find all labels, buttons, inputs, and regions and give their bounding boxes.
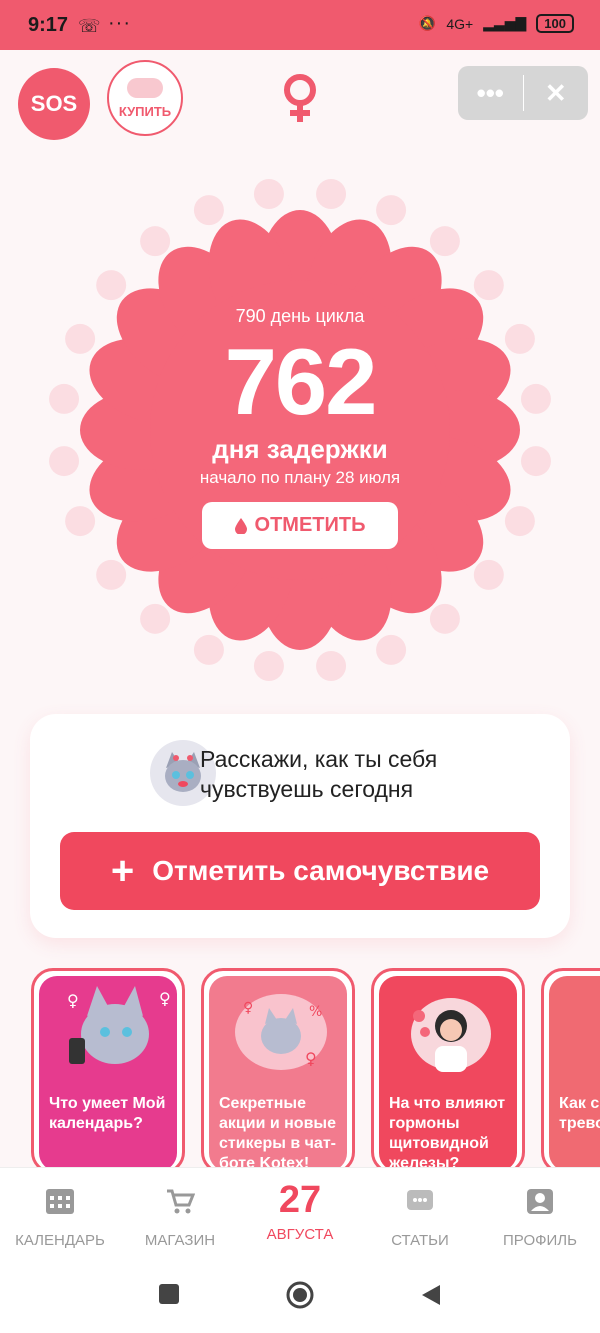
decor-dot: [316, 179, 347, 210]
back-icon[interactable]: [420, 1283, 442, 1307]
decor-dot: [193, 634, 224, 665]
story-card[interactable]: На что влияют гормоны щитовидной железы?: [371, 968, 525, 1167]
venus-icon: [284, 74, 316, 122]
cat-bubble-illustration: ♀ % ♀: [235, 994, 327, 1070]
story-background: Как справ трево Одна: [549, 976, 600, 1167]
system-nav-bar: [0, 1263, 600, 1333]
mute-icon: 🔕: [418, 15, 437, 31]
nav-shop[interactable]: МАГАЗИН: [120, 1168, 240, 1264]
decor-dot: [193, 195, 224, 226]
pad-icon: [127, 77, 163, 98]
nav-today[interactable]: 27 АВГУСТА: [240, 1168, 360, 1264]
delay-days-label: дня задержки: [212, 434, 388, 464]
decor-dot: [376, 634, 407, 665]
story-background: ♀ % ♀ Секретные акции и новые стикеры в …: [209, 976, 347, 1167]
delay-days-number: 762: [224, 329, 378, 434]
decor-dot: [376, 195, 407, 226]
story-title: Что умеет Мой календарь?: [49, 1095, 166, 1132]
home-icon[interactable]: [285, 1280, 315, 1310]
nav-today-number: 27: [278, 1179, 322, 1221]
svg-text:%: %: [309, 1004, 322, 1020]
story-title: На что влияют гормоны щитовидной железы?: [389, 1095, 506, 1167]
buy-label: КУПИТЬ: [118, 103, 172, 119]
mini-app-capsule: ••• ✕: [458, 66, 588, 120]
story-title: Секретные акции и новые стикеры в чат-бо…: [219, 1095, 336, 1167]
nav-profile[interactable]: ПРОФИЛЬ: [480, 1168, 600, 1264]
more-icon[interactable]: •••: [458, 78, 523, 109]
mood-card: Расскажи, как ты себя чувствуешь сегодня…: [30, 714, 570, 938]
svg-text:♀: ♀: [159, 989, 171, 1008]
status-more-dots: ···: [108, 12, 131, 34]
recent-apps-icon[interactable]: [158, 1283, 180, 1305]
decor-dot: [473, 559, 504, 590]
nav-calendar-label: КАЛЕНДАРЬ: [15, 1232, 105, 1249]
decor-dot: [316, 650, 347, 681]
mood-prompt: Расскажи, как ты себя чувствуешь сегодня: [200, 746, 438, 802]
nav-today-month: АВГУСТА: [266, 1226, 334, 1243]
mark-mood-label: Отметить самочувствие: [152, 855, 490, 886]
whatsapp-icon: ☏: [78, 16, 101, 36]
plus-icon: +: [110, 849, 135, 893]
planned-start-label: начало по плану 28 июля: [199, 468, 401, 487]
story-card[interactable]: ♀ ♀ Что умеет Мой календарь?: [31, 968, 185, 1167]
app-main: SOS КУПИТЬ ••• ✕ 790 день цикла 762 дня …: [0, 50, 600, 1167]
story-title: Как справ трево Одна: [559, 1095, 600, 1132]
decor-dot: [253, 179, 284, 210]
story-card[interactable]: Как справ трево Одна: [541, 968, 600, 1167]
status-bar: 9:17 ☏ ··· 🔕 4G+ ▂▃▅▇ 100: [0, 0, 600, 50]
signal-icon: ▂▃▅▇: [483, 15, 527, 31]
drop-icon: [234, 517, 247, 534]
decor-dot: [429, 603, 460, 634]
decor-dot: [504, 506, 535, 537]
sos-button[interactable]: SOS: [18, 68, 90, 140]
nav-articles[interactable]: СТАТЬИ: [360, 1168, 480, 1264]
decor-dot: [473, 270, 504, 301]
profile-icon: [523, 1184, 557, 1218]
nav-shop-label: МАГАЗИН: [144, 1232, 216, 1249]
decor-dot: [96, 559, 127, 590]
bottom-nav: КАЛЕНДАРЬ МАГАЗИН 27 АВГУСТА СТАТЬИ ПРОФ…: [0, 1167, 600, 1264]
network-label: 4G+: [446, 15, 474, 32]
decor-dot: [140, 603, 171, 634]
buy-button[interactable]: КУПИТЬ: [107, 60, 183, 136]
svg-text:♀: ♀: [243, 1000, 253, 1016]
nav-articles-label: СТАТЬИ: [391, 1232, 449, 1249]
girl-illustration: [411, 998, 491, 1072]
story-background: ♀ ♀ Что умеет Мой календарь?: [39, 976, 177, 1167]
mark-period-button[interactable]: ОТМЕТИТЬ: [202, 502, 398, 549]
decor-dot: [140, 226, 171, 257]
stories-row: ♀ ♀ Что умеет Мой календарь? ♀ % ♀ Секре…: [0, 968, 600, 1167]
decor-dot: [65, 506, 96, 537]
cat-phone-illustration: ♀ ♀: [67, 986, 171, 1064]
svg-text:♀: ♀: [67, 991, 79, 1010]
nav-profile-label: ПРОФИЛЬ: [503, 1232, 577, 1249]
battery-indicator: 100: [536, 14, 574, 33]
story-card[interactable]: ♀ % ♀ Секретные акции и новые стикеры в …: [201, 968, 355, 1167]
svg-text:♀: ♀: [305, 1049, 317, 1068]
cycle-day-label: 790 день цикла: [235, 306, 365, 326]
nav-calendar[interactable]: КАЛЕНДАРЬ: [0, 1168, 120, 1264]
status-indicators: 🔕 4G+ ▂▃▅▇ 100: [419, 14, 574, 33]
story-background: На что влияют гормоны щитовидной железы?: [379, 976, 517, 1167]
decor-dot: [96, 270, 127, 301]
decor-dot: [253, 650, 284, 681]
status-time: 9:17: [28, 14, 69, 36]
mark-mood-button[interactable]: + Отметить самочувствие: [60, 832, 540, 910]
chat-icon: [403, 1184, 437, 1218]
cart-icon: [163, 1184, 197, 1218]
mark-period-label: ОТМЕТИТЬ: [254, 514, 366, 536]
close-icon[interactable]: ✕: [524, 78, 589, 109]
calendar-icon: [43, 1184, 77, 1218]
decor-dot: [429, 226, 460, 257]
